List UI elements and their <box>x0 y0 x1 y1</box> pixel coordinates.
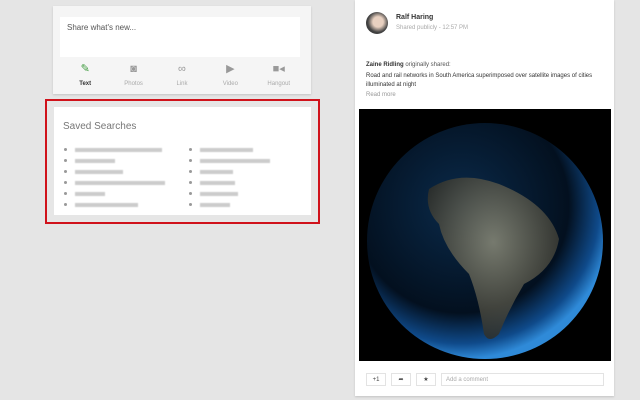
author-name[interactable]: Ralf Haring <box>396 14 433 21</box>
plus-one-button[interactable]: +1 <box>366 373 386 386</box>
share-icon: ➦ <box>398 377 404 383</box>
pencil-icon: ✎ <box>80 63 90 75</box>
share-hangout-button[interactable]: ■◂ Hangout <box>259 62 299 87</box>
saved-list-left <box>64 144 165 210</box>
saved-searches-card: Saved Searches <box>54 107 311 215</box>
saved-search-item[interactable] <box>64 199 165 210</box>
original-author[interactable]: Zaine Ridling <box>366 62 404 68</box>
avatar[interactable] <box>366 12 388 34</box>
post-actions: +1 ➦ ★ Add a comment <box>366 373 604 386</box>
video-icon: ▶ <box>226 63 235 75</box>
saved-search-item[interactable] <box>189 144 270 155</box>
saved-search-item[interactable] <box>189 177 270 188</box>
post-description: Road and rail networks in South America … <box>366 73 593 88</box>
share-button[interactable]: ➦ <box>391 373 411 386</box>
link-icon: ∞ <box>178 63 186 75</box>
highlight-frame: Saved Searches <box>45 99 320 224</box>
saved-search-item[interactable] <box>64 177 165 188</box>
saved-search-item[interactable] <box>189 188 270 199</box>
saved-search-item[interactable] <box>64 144 165 155</box>
saved-list-right <box>189 144 270 210</box>
photos-label: Photos <box>124 81 143 87</box>
star-button[interactable]: ★ <box>416 373 436 386</box>
share-link-button[interactable]: ∞ Link <box>162 62 202 87</box>
read-more-link[interactable]: Read more <box>366 92 396 98</box>
saved-search-item[interactable] <box>64 188 165 199</box>
saved-search-item[interactable] <box>189 155 270 166</box>
original-suffix: originally shared: <box>403 62 451 68</box>
saved-search-item[interactable] <box>64 155 165 166</box>
hangout-label: Hangout <box>267 81 291 87</box>
earth-night-image <box>367 123 603 359</box>
share-box: Share what's new... ✎ Text ◙ Photos ∞ Link … <box>53 6 311 94</box>
link-label: Link <box>176 81 188 87</box>
share-photos-button[interactable]: ◙ Photos <box>114 62 154 87</box>
hangout-camera-icon: ■◂ <box>272 63 285 75</box>
share-text-button[interactable]: ✎ Text <box>65 62 105 87</box>
saved-search-item[interactable] <box>64 166 165 177</box>
timestamp[interactable]: 12:57 PM <box>442 25 468 31</box>
saved-search-item[interactable] <box>189 199 270 210</box>
original-share: Zaine Ridling originally shared: <box>366 62 451 68</box>
separator: - <box>438 25 441 31</box>
share-video-button[interactable]: ▶ Video <box>210 62 250 87</box>
visibility[interactable]: Shared publicly <box>396 25 437 31</box>
camera-icon: ◙ <box>130 63 137 75</box>
saved-search-item[interactable] <box>189 166 270 177</box>
comment-input[interactable]: Add a comment <box>441 373 604 386</box>
post-image[interactable] <box>359 109 611 361</box>
share-input[interactable]: Share what's new... <box>60 17 300 57</box>
star-icon: ★ <box>423 377 429 383</box>
saved-searches-title: Saved Searches <box>63 121 137 132</box>
video-label: Video <box>222 81 238 87</box>
post-card: Ralf Haring Shared publicly - 12:57 PM Z… <box>355 0 614 396</box>
post-meta: Shared publicly - 12:57 PM <box>396 25 468 31</box>
text-label: Text <box>79 81 92 87</box>
